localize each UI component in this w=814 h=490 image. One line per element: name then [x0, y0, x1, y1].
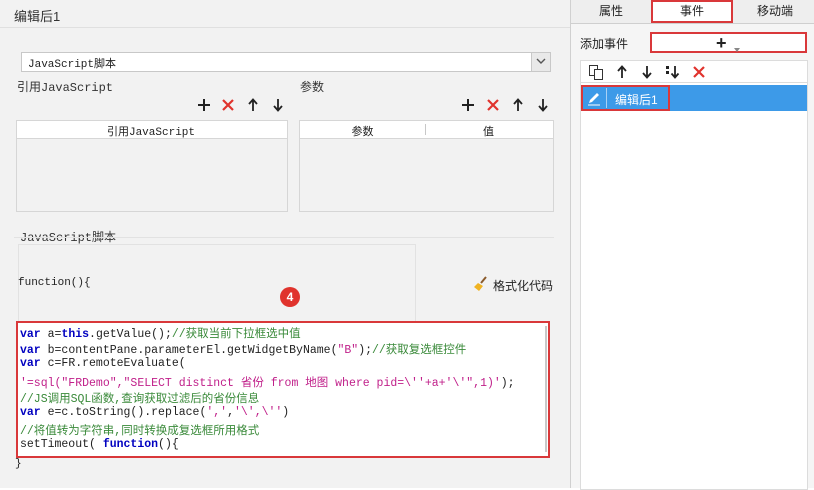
script-type-select[interactable]: JavaScript脚本 — [21, 52, 551, 72]
move-down-icon[interactable] — [535, 97, 551, 113]
delete-icon[interactable] — [691, 64, 707, 80]
column-header: 引用JavaScript — [106, 127, 195, 139]
tab-properties[interactable]: 属性 — [571, 0, 651, 23]
caret-down-icon — [734, 41, 740, 55]
broom-icon — [473, 276, 489, 295]
script-type-value: JavaScript脚本 — [28, 59, 117, 71]
format-code-label: 格式化代码 — [493, 279, 554, 293]
step-badge-4: 4 — [280, 287, 300, 307]
table-header: 引用JavaScript — [17, 121, 287, 139]
chevron-down-icon[interactable] — [531, 53, 550, 71]
event-list: 编辑后1 — [580, 82, 808, 490]
move-up-icon[interactable] — [245, 97, 261, 113]
panel-tabs: 属性 事件 移动端 — [571, 0, 814, 24]
imported-js-table[interactable]: 引用JavaScript — [16, 120, 288, 212]
code-editor[interactable]: var a=this.getValue();//获取当前下拉框选中值 var b=… — [16, 321, 550, 458]
event-toolbar — [580, 60, 808, 83]
function-open-text: function(){ — [18, 277, 91, 289]
delete-icon[interactable] — [220, 97, 236, 113]
delete-icon[interactable] — [485, 97, 501, 113]
section-divider — [14, 237, 554, 238]
vertical-scrollbar[interactable] — [545, 326, 547, 452]
tab-mobile[interactable]: 移动端 — [735, 0, 814, 23]
table-header: 参数 值 — [300, 121, 553, 139]
add-event-label: 添加事件 — [580, 37, 629, 51]
add-event-button[interactable]: + — [650, 32, 807, 53]
column-header-param: 参数 — [351, 127, 374, 139]
move-up-icon[interactable] — [510, 97, 526, 113]
code-line: var b=contentPane.parameterEl.getWidgetB… — [20, 344, 467, 358]
move-up-icon[interactable] — [614, 64, 630, 80]
add-icon[interactable] — [196, 97, 212, 113]
highlight-outline — [581, 85, 670, 111]
imported-js-label: 引用JavaScript — [17, 81, 114, 95]
plus-icon: + — [716, 33, 727, 53]
code-line: var c=FR.remoteEvaluate( — [20, 357, 186, 371]
add-icon[interactable] — [460, 97, 476, 113]
copy-icon[interactable] — [588, 64, 604, 80]
event-editor-dialog: 编辑后1 JavaScript脚本 引用JavaScript 引用JavaScr… — [0, 0, 689, 488]
params-table[interactable]: 参数 值 — [299, 120, 554, 212]
code-line: //将值转为字符串,同时转换成复选框所用格式 — [20, 425, 260, 439]
dialog-title: 编辑后1 — [14, 9, 61, 24]
function-close-text: } — [15, 458, 22, 470]
code-line: var a=this.getValue();//获取当前下拉框选中值 — [20, 328, 301, 341]
dialog-titlebar: 编辑后1 — [0, 0, 570, 28]
move-down-icon[interactable] — [270, 97, 286, 113]
params-label: 参数 — [300, 81, 325, 95]
properties-panel: 属性 事件 移动端 添加事件 + 编辑后1 — [570, 0, 814, 490]
code-line: //JS调用SQL函数,查询获取过滤后的省份信息 — [20, 392, 260, 406]
move-down-icon[interactable] — [639, 64, 655, 80]
column-header-value: 值 — [483, 127, 494, 139]
code-line: '=sql("FRDemo","SELECT distinct 省份 from … — [20, 376, 515, 390]
code-line: var e=c.toString().replace(',','\',\'') — [20, 406, 290, 419]
tab-events[interactable]: 事件 — [651, 0, 733, 23]
list-item[interactable]: 编辑后1 — [581, 85, 807, 111]
move-to-bottom-icon[interactable] — [665, 64, 681, 80]
code-line: setTimeout( function(){ — [20, 438, 179, 452]
